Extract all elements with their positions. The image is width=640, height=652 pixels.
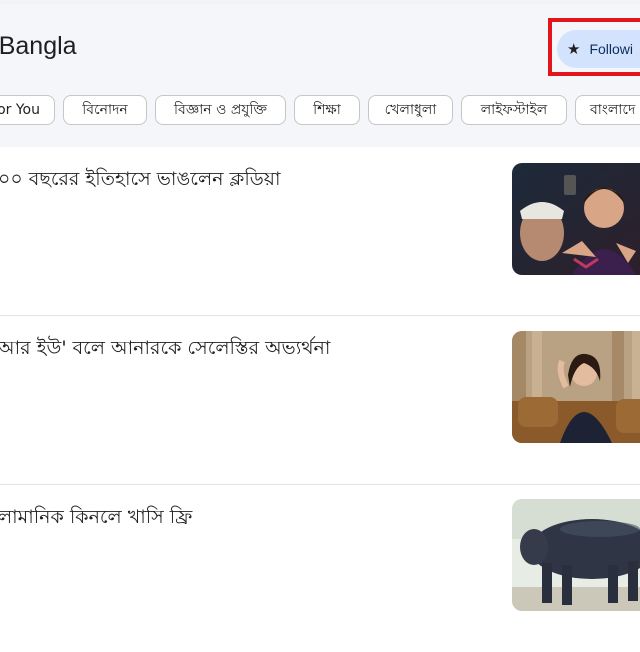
tab-entertainment[interactable]: বিনোদন [63,95,147,125]
tab-label: খেলাধুলা [384,102,437,118]
highlight-box [548,18,640,76]
tab-education[interactable]: শিক্ষা [294,95,360,125]
thumbnail-image [512,163,640,275]
tab-label: শিক্ষা [313,102,341,118]
thumbnail-image [512,499,640,611]
article-item[interactable]: আর ইউ' বলে আনারকে সেলেস্তির অভ্যর্থনা [0,316,640,485]
tab-for-you[interactable]: or You [0,95,55,125]
article-item[interactable]: লামানিক কিনলে খাসি ফ্রি [0,485,640,652]
tab-label: বিনোদন [82,102,128,118]
page: omBangla ★ Followi or You বিনোদন বিজ্ঞান… [0,0,640,652]
article-thumbnail[interactable] [512,331,640,443]
tab-label: or You [0,102,40,118]
tab-label: বাংলাদে [590,102,636,118]
article-headline[interactable]: লামানিক কিনলে খাসি ফ্রি [0,503,192,535]
tab-sports[interactable]: খেলাধুলা [368,95,453,125]
article-headline[interactable]: আর ইউ' বলে আনারকে সেলেস্তির অভ্যর্থনা [0,334,330,366]
thumbnail-image [512,331,640,443]
source-header: omBangla ★ Followi or You বিনোদন বিজ্ঞান… [0,4,640,147]
tab-label: লাইফস্টাইল [480,102,548,118]
article-headline[interactable]: ০০ বছরের ইতিহাসে ভাঙলেন ক্লডিয়া [0,165,280,197]
source-title: omBangla [0,32,77,60]
tab-science-tech[interactable]: বিজ্ঞান ও প্রযুক্তি [155,95,286,125]
tab-label: বিজ্ঞান ও প্রযুক্তি [174,102,267,118]
article-thumbnail[interactable] [512,499,640,611]
tab-lifestyle[interactable]: লাইফস্টাইল [461,95,567,125]
article-item[interactable]: ০০ বছরের ইতিহাসে ভাঙলেন ক্লডিয়া [0,147,640,316]
article-thumbnail[interactable] [512,163,640,275]
tab-bangladesh[interactable]: বাংলাদে [575,95,640,125]
topic-tabs: or You বিনোদন বিজ্ঞান ও প্রযুক্তি শিক্ষা… [0,95,640,127]
